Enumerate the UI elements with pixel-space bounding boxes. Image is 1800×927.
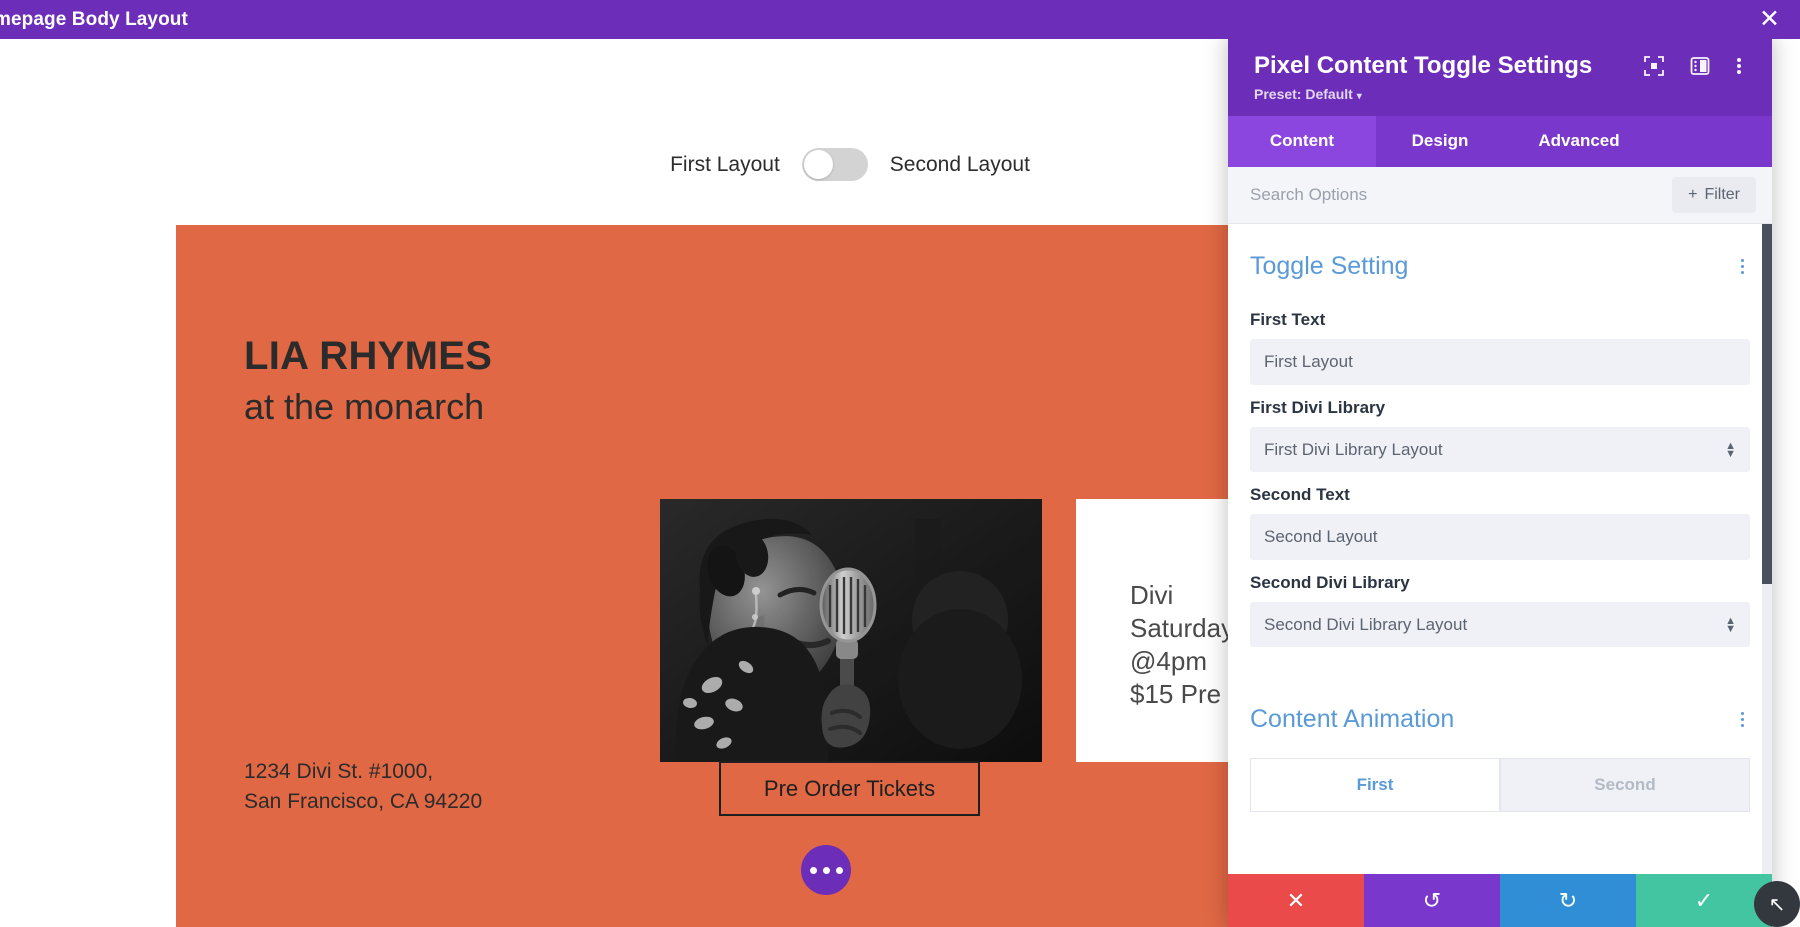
section-header-content-animation: Content Animation xyxy=(1250,677,1750,750)
tab-advanced[interactable]: Advanced xyxy=(1504,116,1654,167)
module-settings-panel: Pixel Content Toggle Settings Preset: De… xyxy=(1228,32,1772,927)
panel-scrollbar-thumb[interactable] xyxy=(1762,224,1772,584)
panel-header: Pixel Content Toggle Settings Preset: De… xyxy=(1228,32,1772,116)
section-title: Content Animation xyxy=(1250,705,1455,733)
content-animation-toggle-group: First Second xyxy=(1250,758,1750,812)
singer-at-microphone-icon xyxy=(660,499,1042,762)
panel-resize-handle[interactable]: ↖ xyxy=(1754,881,1800,927)
section-title: Toggle Setting xyxy=(1250,252,1409,280)
discard-changes-button[interactable]: ✕ xyxy=(1228,874,1364,927)
first-divi-library-select[interactable]: First Divi Library Layout xyxy=(1250,427,1750,472)
panel-tabs: Content Design Advanced xyxy=(1228,116,1772,167)
editor-top-bar: mepage Body Layout ✕ xyxy=(0,0,1800,39)
ellipsis-dot-icon xyxy=(822,866,830,874)
toggle-knob xyxy=(803,150,833,179)
redo-button[interactable]: ↻ xyxy=(1500,874,1636,927)
ellipsis-dot-icon xyxy=(809,866,817,874)
filter-button[interactable]: + Filter xyxy=(1672,177,1756,213)
pre-order-tickets-button[interactable]: Pre Order Tickets xyxy=(719,761,980,816)
panel-layout-icon[interactable] xyxy=(1690,56,1710,76)
singer-photo xyxy=(660,499,1042,762)
second-divi-library-label: Second Divi Library xyxy=(1250,573,1410,592)
event-info-text: Divi Saturday @4pm $15 Pre xyxy=(1130,580,1235,710)
module-options-button[interactable] xyxy=(801,845,851,895)
chevron-down-icon: ▾ xyxy=(1356,91,1362,102)
focus-target-icon[interactable] xyxy=(1644,56,1664,76)
undo-button[interactable]: ↺ xyxy=(1364,874,1500,927)
ellipsis-dot-icon xyxy=(835,866,843,874)
hero-title: LIA RHYMES xyxy=(244,334,493,378)
filter-button-label: Filter xyxy=(1704,186,1740,203)
animation-first-button[interactable]: First xyxy=(1250,758,1500,812)
panel-scrollbar[interactable] xyxy=(1762,224,1772,874)
plus-icon: + xyxy=(1688,186,1698,203)
second-text-input[interactable] xyxy=(1250,514,1750,560)
section-options-icon[interactable] xyxy=(1735,255,1750,278)
second-divi-library-select[interactable]: Second Divi Library Layout xyxy=(1250,602,1750,647)
toggle-second-label: Second Layout xyxy=(889,152,1030,176)
venue-address: 1234 Divi St. #1000, San Francisco, CA 9… xyxy=(244,760,483,814)
section-header-toggle-setting: Toggle Setting xyxy=(1250,224,1750,297)
first-text-input[interactable] xyxy=(1250,339,1750,385)
tab-design[interactable]: Design xyxy=(1376,116,1504,167)
preset-selector[interactable]: Preset: Default ▾ xyxy=(1254,86,1746,102)
panel-title: Pixel Content Toggle Settings xyxy=(1254,52,1593,79)
page-title: mepage Body Layout xyxy=(0,8,188,30)
save-changes-button[interactable]: ✓ xyxy=(1636,874,1772,927)
animation-second-button[interactable]: Second xyxy=(1500,758,1750,812)
panel-footer: ✕ ↺ ↻ ✓ xyxy=(1228,874,1772,927)
first-text-label: First Text xyxy=(1250,310,1326,329)
panel-body: Toggle Setting First Text First Divi Lib… xyxy=(1228,224,1772,874)
content-toggle-switch[interactable] xyxy=(801,148,868,181)
tab-content[interactable]: Content xyxy=(1228,116,1376,167)
preset-label: Preset: Default xyxy=(1254,86,1353,102)
second-text-label: Second Text xyxy=(1250,485,1350,504)
section-options-icon[interactable] xyxy=(1735,708,1750,731)
search-bar: + Filter xyxy=(1228,167,1772,224)
toggle-first-label: First Layout xyxy=(670,152,780,176)
screen-root: mepage Body Layout ✕ First Layout Second… xyxy=(0,0,1800,927)
first-divi-library-label: First Divi Library xyxy=(1250,398,1386,417)
search-input[interactable] xyxy=(1250,185,1663,205)
close-editor-button[interactable]: ✕ xyxy=(1759,7,1800,32)
hero-subtitle: at the monarch xyxy=(244,386,485,427)
more-options-icon[interactable] xyxy=(1736,56,1742,76)
